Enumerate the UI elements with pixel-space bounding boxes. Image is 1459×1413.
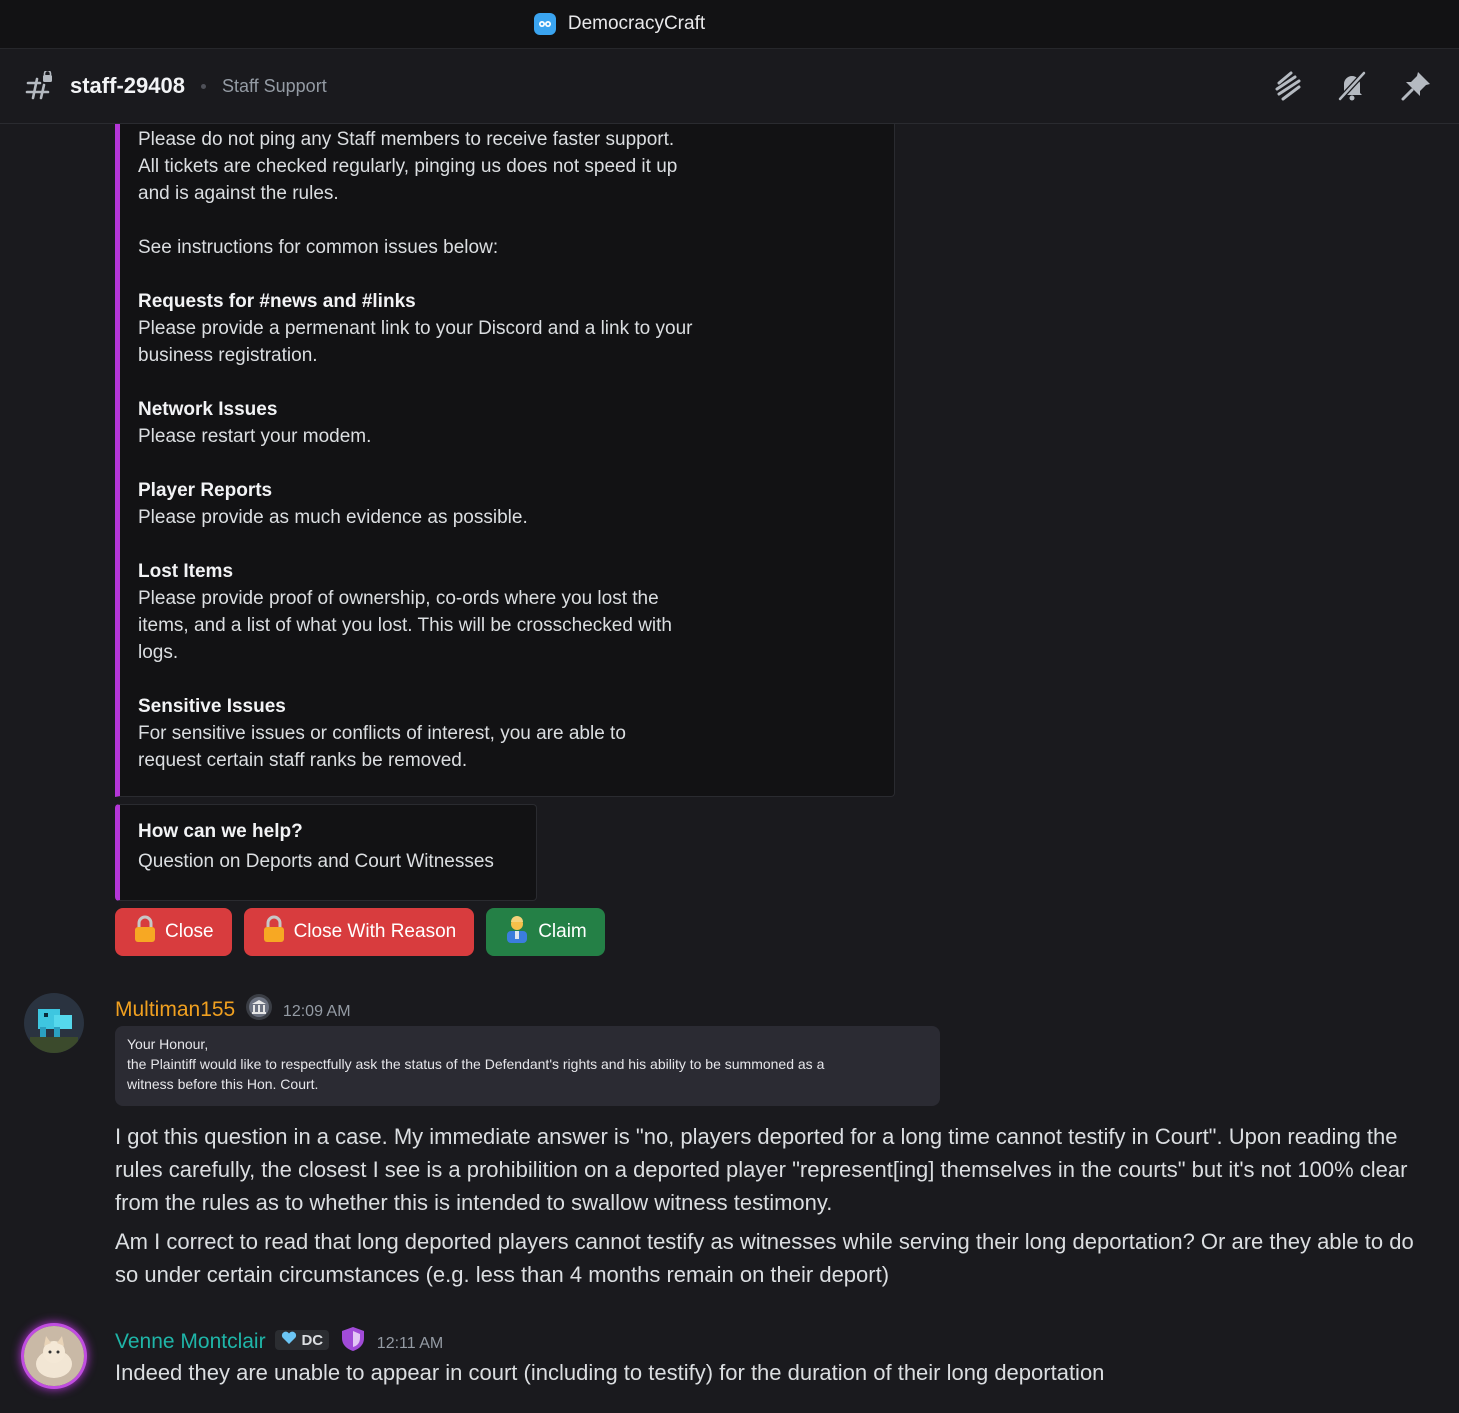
threads-icon[interactable] [1271,69,1305,103]
embed-section: Player Reports Please provide as much ev… [138,477,738,531]
quote-line: witness before this Hon. Court. [127,1076,319,1092]
embed-intro: Please do not ping any Staff members to … [138,126,738,207]
pin-icon[interactable] [1399,69,1433,103]
quote-line: the Plaintiff would like to respectfully… [127,1056,825,1072]
channel-name: staff-29408 [70,73,185,98]
message-header: Venne Montclair DC 12:11 AM [115,1326,443,1358]
header-toolbar [1271,69,1433,103]
section-line: logs. [138,642,179,663]
section-heading: Player Reports [138,480,273,501]
section-line: request certain staff ranks be removed. [138,750,468,771]
server-icon [533,13,556,35]
heart-icon [281,1331,297,1349]
section-line: Please provide a permenant link to your … [138,318,693,339]
intro-line: All tickets are checked regularly, pingi… [138,156,678,177]
window-title: DemocracyCraft [567,13,706,34]
claim-button[interactable]: Claim [486,908,605,956]
channel-header: staff-29408 Staff Support [0,49,1459,124]
channel-topic[interactable]: Staff Support [222,76,327,97]
avatar[interactable] [24,1326,84,1386]
timestamp[interactable]: 12:11 AM [377,1335,443,1352]
message-paragraph: Indeed they are unable to appear in cour… [115,1360,1105,1385]
username[interactable]: Venne Montclair [115,1330,266,1353]
separator-dot [200,83,206,89]
embed-section: Requests for #news and #links Please pro… [138,288,738,369]
section-line: Please restart your modem. [138,426,372,447]
muted-bell-icon[interactable] [1335,69,1369,103]
lock-icon [262,915,286,949]
timestamp[interactable]: 12:09 AM [283,1003,351,1020]
court-badge-icon[interactable] [245,993,273,1027]
help-embed: How can we help? Question on Deports and… [115,804,537,901]
close-button-label: Close [165,921,214,942]
section-heading: Sensitive Issues [138,696,286,717]
close-with-reason-button[interactable]: Close With Reason [243,908,475,956]
embed-see-instructions: See instructions for common issues below… [138,237,499,258]
shield-icon[interactable] [341,1326,365,1358]
quote-line: Your Honour, [127,1036,209,1052]
message-header: Multiman155 12:09 AM [115,993,351,1027]
lock-icon [133,915,157,949]
help-question: How can we help? [138,821,303,842]
message-paragraph: Am I correct to read that long deported … [115,1229,1414,1287]
server-tag-label: DC [301,1331,324,1349]
quoted-text-image[interactable]: Your Honour, the Plaintiff would like to… [115,1026,940,1106]
close-button[interactable]: Close [115,908,232,956]
embed-section: Lost Items Please provide proof of owner… [138,558,738,666]
section-heading: Lost Items [138,561,234,582]
title-bar: DemocracyCraft [0,0,1459,49]
avatar[interactable] [24,993,84,1053]
username[interactable]: Multiman155 [115,998,235,1021]
ticket-info-embed: Please do not ping any Staff members to … [115,124,895,797]
claim-button-label: Claim [538,921,587,942]
close-with-reason-label: Close With Reason [293,921,457,942]
help-answer: Question on Deports and Court Witnesses [138,851,494,872]
section-line: For sensitive issues or conflicts of int… [138,723,626,744]
ticket-button-row: Close Close With Reason Claim [115,908,605,956]
section-line: business registration. [138,345,318,366]
embed-section: Sensitive Issues For sensitive issues or… [138,693,738,774]
intro-line: Please do not ping any Staff members to … [138,129,675,150]
channel-hash-lock-icon [24,69,54,101]
staff-person-icon [504,915,530,949]
embed-section: Network Issues Please restart your modem… [138,396,738,450]
intro-line: and is against the rules. [138,183,339,204]
server-tag-badge[interactable]: DC [275,1330,330,1350]
section-line: Please provide as much evidence as possi… [138,507,528,528]
section-line: items, and a list of what you lost. This… [138,615,672,636]
section-heading: Network Issues [138,399,278,420]
message-paragraph: I got this question in a case. My immedi… [115,1124,1408,1215]
section-heading: Requests for #news and #links [138,291,416,312]
section-line: Please provide proof of ownership, co-or… [138,588,659,609]
